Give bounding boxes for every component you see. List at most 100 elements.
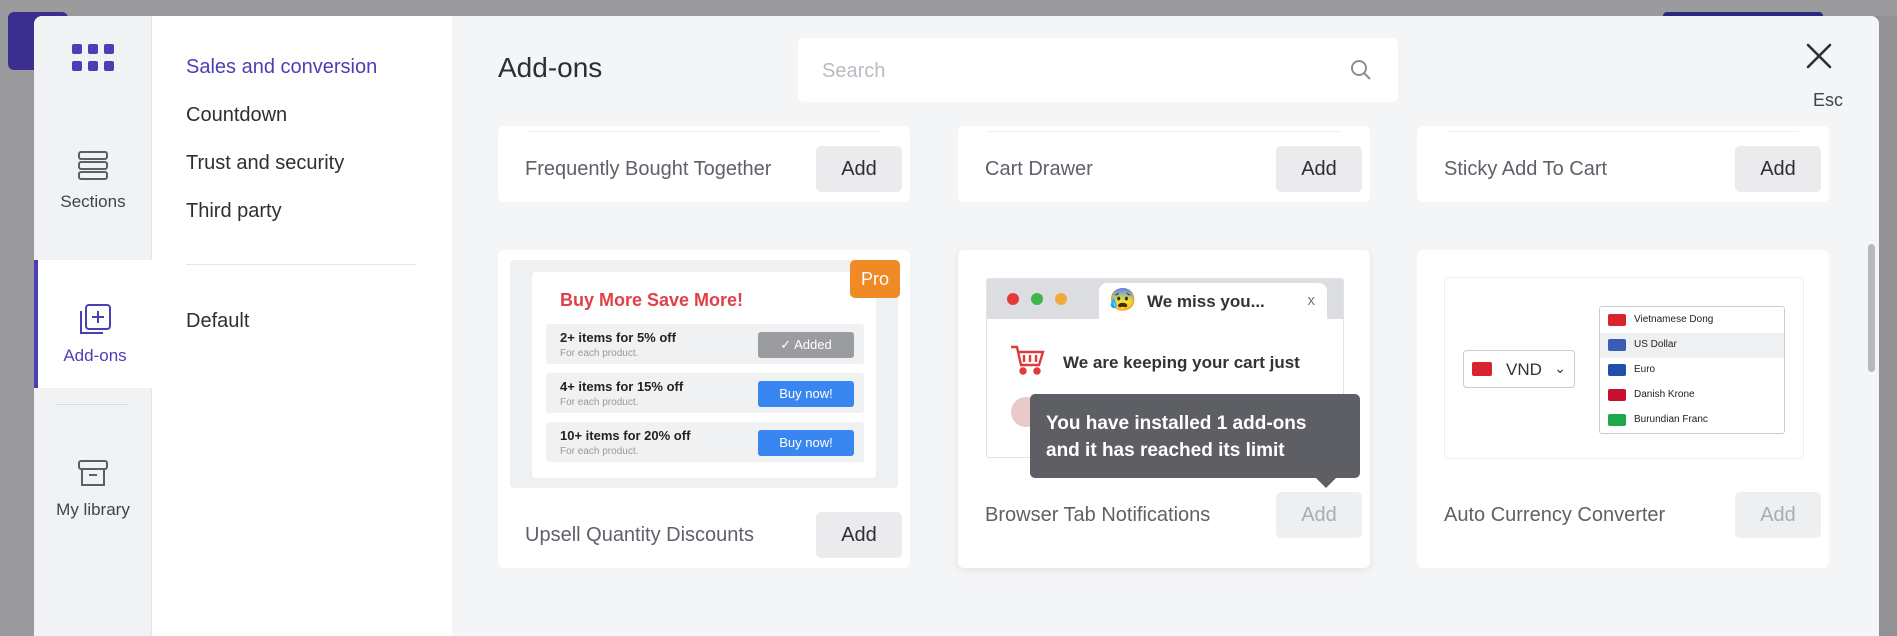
currency-option: Danish Krone xyxy=(1600,383,1784,408)
card-preview-edge xyxy=(1447,122,1799,132)
card-title: Upsell Quantity Discounts xyxy=(525,524,754,546)
card-footer: Browser Tab Notifications Add xyxy=(958,480,1370,568)
rail-item-label: Sections xyxy=(60,192,126,211)
add-button[interactable]: Add xyxy=(816,146,902,192)
tier-buy-button: Buy now! xyxy=(758,381,854,407)
apps-grid-icon[interactable] xyxy=(72,44,114,72)
tooltip-line: You have installed 1 add-ons xyxy=(1046,413,1307,434)
tooltip-line: and it has reached its limit xyxy=(1046,440,1285,461)
card-preview: VND ⌄ Vietnamese Dong US Dollar Euro Dan… xyxy=(1445,278,1803,458)
tab-emoji: 😰 xyxy=(1109,287,1137,312)
add-button[interactable]: Add xyxy=(1735,492,1821,538)
addon-card-upsell-quantity-discounts[interactable]: Buy More Save More! 2+ items for 5% off … xyxy=(498,250,910,568)
vietnam-flag-icon xyxy=(1472,362,1492,376)
tab-close-icon: x xyxy=(1307,292,1316,309)
preview-message: We are keeping your cart just xyxy=(1063,353,1300,372)
close-icon[interactable] xyxy=(1801,38,1837,74)
tier-text: 10+ items for 20% off xyxy=(560,428,691,443)
currency-select: VND ⌄ xyxy=(1463,350,1575,388)
rail-item-add-ons[interactable]: Add-ons xyxy=(34,260,152,388)
search-icon[interactable] xyxy=(1350,59,1372,81)
card-preview-edge xyxy=(528,122,880,132)
category-countdown[interactable]: Countdown xyxy=(186,104,287,127)
limit-tooltip: You have installed 1 add-ons and it has … xyxy=(1030,394,1360,488)
category-list: Sales and conversion Countdown Trust and… xyxy=(152,16,452,636)
window-dot xyxy=(1055,293,1067,305)
currency-option: Vietnamese Dong xyxy=(1600,308,1784,333)
background-left-panel xyxy=(0,16,34,636)
add-ons-panel: Add-ons Esc Frequently Bought Together A… xyxy=(452,16,1879,636)
category-divider xyxy=(186,264,416,265)
tier-text: 2+ items for 5% off xyxy=(560,330,676,345)
background-topbar xyxy=(0,0,1897,16)
addon-card-sticky-add-to-cart: Sticky Add To Cart Add xyxy=(1417,126,1829,202)
search-input[interactable] xyxy=(822,58,1322,84)
scrollbar[interactable] xyxy=(1865,96,1879,636)
card-preview: Buy More Save More! 2+ items for 5% off … xyxy=(510,260,898,488)
card-footer: Frequently Bought Together Add xyxy=(498,132,910,202)
card-title: Frequently Bought Together xyxy=(525,158,772,180)
add-button[interactable]: Add xyxy=(816,512,902,558)
archive-icon xyxy=(78,460,108,486)
upsell-tier: 4+ items for 15% off For each product. B… xyxy=(546,373,864,413)
browser-bar: 😰 We miss you... x xyxy=(987,279,1343,319)
flag-icon xyxy=(1608,414,1626,426)
card-title: Sticky Add To Cart xyxy=(1444,158,1608,180)
category-sales-and-conversion[interactable]: Sales and conversion xyxy=(186,56,377,79)
rail-item-label: My library xyxy=(56,500,130,519)
rail-item-my-library[interactable]: My library xyxy=(34,456,152,584)
tier-added-button: ✓ Added xyxy=(758,332,854,358)
tier-subtext: For each product. xyxy=(560,446,639,457)
card-footer: Sticky Add To Cart Add xyxy=(1417,132,1829,202)
card-title: Cart Drawer xyxy=(985,158,1093,180)
card-title: Auto Currency Converter xyxy=(1444,504,1666,526)
tier-subtext: For each product. xyxy=(560,348,639,359)
upsell-tier: 10+ items for 20% off For each product. … xyxy=(546,422,864,462)
plus-square-icon xyxy=(80,304,111,334)
currency-name: Euro xyxy=(1634,364,1656,375)
card-footer: Auto Currency Converter Add xyxy=(1417,480,1829,568)
currency-name: Danish Krone xyxy=(1634,389,1695,400)
window-dot xyxy=(1031,293,1043,305)
upsell-title: Buy More Save More! xyxy=(560,290,744,310)
esc-hint: Esc xyxy=(1812,90,1843,110)
tier-subtext: For each product. xyxy=(560,397,639,408)
rail-divider xyxy=(56,404,128,405)
card-footer: Cart Drawer Add xyxy=(958,132,1370,202)
window-dot xyxy=(1007,293,1019,305)
flag-icon xyxy=(1608,364,1626,376)
currency-name: Burundian Franc xyxy=(1634,414,1708,425)
card-preview-edge xyxy=(988,122,1340,132)
currency-option: Euro xyxy=(1600,358,1784,383)
flag-icon xyxy=(1608,314,1626,326)
addon-card-browser-tab-notifications[interactable]: 😰 We miss you... x We are keeping your c… xyxy=(958,250,1370,568)
card-footer: Upsell Quantity Discounts Add xyxy=(498,498,910,568)
rail-item-sections[interactable]: Sections xyxy=(34,148,152,276)
category-trust-and-security[interactable]: Trust and security xyxy=(186,152,344,175)
left-rail: Sections Add-ons My library xyxy=(34,16,152,636)
addon-card-frequently-bought-together: Frequently Bought Together Add xyxy=(498,126,910,202)
currency-code: VND xyxy=(1506,360,1542,379)
category-third-party[interactable]: Third party xyxy=(186,200,282,223)
background-right-panel xyxy=(1879,16,1897,636)
add-ons-modal: Sections Add-ons My library Sales and co… xyxy=(34,16,1879,636)
currency-options: Vietnamese Dong US Dollar Euro Danish Kr… xyxy=(1599,306,1785,434)
addon-card-auto-currency-converter[interactable]: VND ⌄ Vietnamese Dong US Dollar Euro Dan… xyxy=(1417,250,1829,568)
pro-badge: Pro xyxy=(850,260,900,298)
currency-option: Burundian Franc xyxy=(1600,408,1784,433)
currency-name: Vietnamese Dong xyxy=(1634,314,1714,325)
currency-name: US Dollar xyxy=(1634,339,1677,350)
tier-text: 4+ items for 15% off xyxy=(560,379,684,394)
cart-icon xyxy=(1011,345,1045,375)
add-button[interactable]: Add xyxy=(1276,492,1362,538)
add-button[interactable]: Add xyxy=(1735,146,1821,192)
add-button[interactable]: Add xyxy=(1276,146,1362,192)
tab-title: We miss you... xyxy=(1147,292,1265,311)
scrollbar-thumb[interactable] xyxy=(1868,244,1875,372)
chevron-down-icon: ⌄ xyxy=(1554,360,1566,376)
category-default[interactable]: Default xyxy=(186,310,249,333)
flag-icon xyxy=(1608,389,1626,401)
rail-item-label: Add-ons xyxy=(63,346,127,365)
upsell-widget: Buy More Save More! 2+ items for 5% off … xyxy=(532,272,876,478)
page-title: Add-ons xyxy=(498,52,603,83)
